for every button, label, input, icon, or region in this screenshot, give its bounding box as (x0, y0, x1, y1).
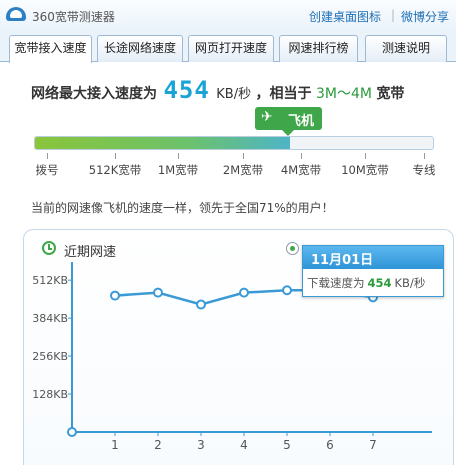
x-tick-label: 6 (326, 438, 334, 452)
x-tick-label: 4 (240, 438, 248, 452)
data-point (196, 299, 206, 310)
tooltip-body: 下载速度为 454 KB/秒 (307, 275, 425, 291)
origin-point (67, 427, 77, 437)
x-tick-label: 3 (197, 438, 205, 452)
recent-speed-chart: 512KB 384KB 256KB 128KB 1 2 3 4 5 6 7 (32, 262, 432, 452)
x-tick-label: 1 (111, 438, 119, 452)
tooltip-date: 11月01日 (311, 253, 374, 268)
y-tick-label: 128KB (32, 388, 68, 401)
y-tick-label: 384KB (32, 312, 68, 325)
data-point-tooltip: 11月01日 下载速度为 454 KB/秒 (302, 245, 444, 297)
tooltip-unit: KB/秒 (394, 276, 426, 290)
x-tick-label: 7 (369, 438, 377, 452)
x-tick-label: 2 (154, 438, 162, 452)
data-point (153, 287, 163, 298)
x-tick-label: 5 (283, 438, 291, 452)
y-tick-label: 512KB (32, 274, 68, 287)
tooltip-header: 11月01日 (303, 246, 443, 269)
tooltip-value: 454 (367, 276, 392, 290)
data-point (110, 290, 120, 301)
tooltip-label: 下载速度为 (307, 276, 365, 290)
y-tick-label: 256KB (32, 350, 68, 363)
data-point (239, 287, 249, 298)
data-point (282, 285, 292, 296)
